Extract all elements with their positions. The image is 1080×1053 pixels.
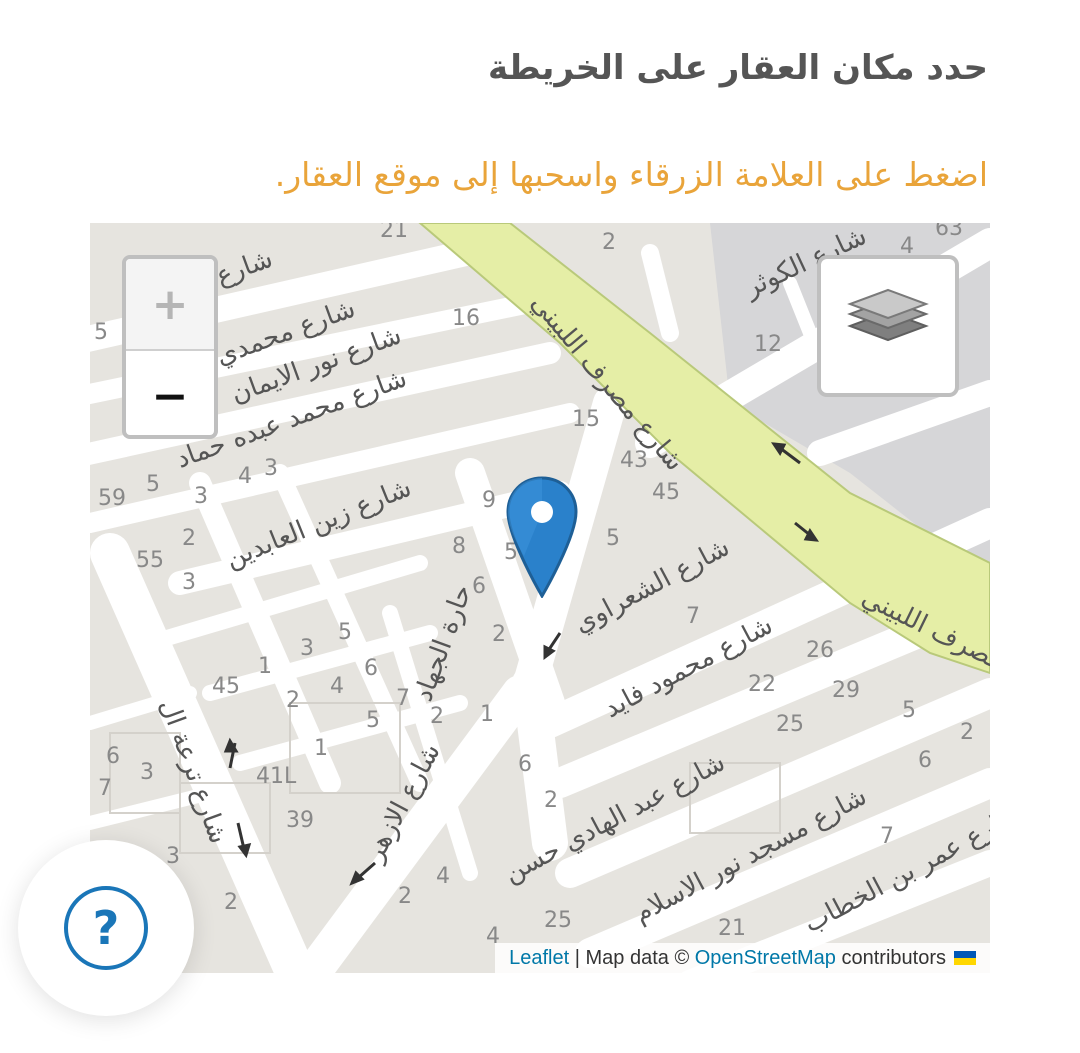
- leaflet-link[interactable]: Leaflet: [509, 947, 569, 970]
- svg-text:3: 3: [300, 636, 314, 661]
- section-heading: حدد مكان العقار على الخريطة: [487, 48, 988, 88]
- openstreetmap-link[interactable]: OpenStreetMap: [695, 947, 836, 970]
- svg-text:45: 45: [212, 674, 240, 699]
- svg-text:4: 4: [436, 864, 450, 889]
- svg-text:2: 2: [430, 704, 444, 729]
- help-fab: ?: [18, 840, 194, 1016]
- svg-text:5: 5: [366, 708, 380, 733]
- svg-text:39: 39: [286, 808, 314, 833]
- svg-text:16: 16: [452, 306, 480, 331]
- svg-text:2: 2: [492, 622, 506, 647]
- svg-text:7: 7: [396, 686, 410, 711]
- svg-text:25: 25: [544, 908, 572, 933]
- help-button[interactable]: ?: [64, 886, 148, 970]
- svg-text:25: 25: [776, 712, 804, 737]
- layers-button[interactable]: [817, 255, 959, 397]
- svg-text:2: 2: [602, 230, 616, 255]
- attribution-separator: | Map data ©: [569, 946, 695, 969]
- layers-icon: [847, 288, 929, 342]
- svg-text:5: 5: [146, 472, 160, 497]
- page: حدد مكان العقار على الخريطة اضغط على الع…: [0, 0, 1080, 1053]
- zoom-in-button[interactable]: +: [126, 259, 214, 351]
- svg-text:22: 22: [748, 672, 776, 697]
- svg-text:2: 2: [544, 788, 558, 813]
- svg-text:2: 2: [960, 720, 974, 745]
- svg-text:3: 3: [140, 760, 154, 785]
- svg-text:2: 2: [224, 890, 238, 915]
- svg-text:5: 5: [902, 698, 916, 723]
- svg-text:6: 6: [106, 744, 120, 769]
- ukraine-flag-icon: [954, 951, 976, 965]
- svg-text:43: 43: [620, 448, 648, 473]
- zoom-control: + −: [122, 255, 218, 439]
- location-map[interactable]: 21 2 4 63 5 16 12 15 43 45 59 5 3 4 3 55…: [90, 223, 990, 973]
- svg-text:5: 5: [338, 620, 352, 645]
- svg-text:21: 21: [718, 916, 746, 941]
- svg-text:7: 7: [98, 776, 112, 801]
- svg-text:63: 63: [935, 223, 963, 241]
- svg-text:41L: 41L: [256, 764, 297, 789]
- svg-text:2: 2: [398, 884, 412, 909]
- svg-text:45: 45: [652, 480, 680, 505]
- svg-text:4: 4: [238, 464, 252, 489]
- svg-text:12: 12: [754, 332, 782, 357]
- svg-text:3: 3: [182, 570, 196, 595]
- svg-text:3: 3: [194, 484, 208, 509]
- svg-text:8: 8: [452, 534, 466, 559]
- svg-text:5: 5: [606, 526, 620, 551]
- map-attribution: Leaflet | Map data © OpenStreetMap contr…: [495, 943, 990, 973]
- svg-text:2: 2: [182, 526, 196, 551]
- svg-text:1: 1: [480, 702, 494, 727]
- svg-text:21: 21: [380, 223, 408, 243]
- svg-text:6: 6: [518, 752, 532, 777]
- zoom-out-button[interactable]: −: [126, 351, 214, 435]
- attribution-suffix: contributors: [835, 946, 946, 969]
- svg-text:3: 3: [264, 456, 278, 481]
- svg-text:4: 4: [330, 674, 344, 699]
- svg-text:7: 7: [686, 604, 700, 629]
- svg-text:9: 9: [482, 488, 496, 513]
- svg-text:59: 59: [98, 486, 126, 511]
- location-pin-icon[interactable]: [504, 476, 580, 598]
- svg-text:7: 7: [880, 824, 894, 849]
- instruction-text: اضغط على العلامة الزرقاء واسحبها إلى موق…: [274, 155, 988, 194]
- svg-text:5: 5: [94, 320, 108, 345]
- svg-text:29: 29: [832, 678, 860, 703]
- svg-text:55: 55: [136, 548, 164, 573]
- svg-text:15: 15: [572, 407, 600, 432]
- svg-text:1: 1: [258, 654, 272, 679]
- svg-text:26: 26: [806, 638, 834, 663]
- svg-text:2: 2: [286, 688, 300, 713]
- svg-text:6: 6: [364, 656, 378, 681]
- svg-text:1: 1: [314, 736, 328, 761]
- svg-text:6: 6: [918, 748, 932, 773]
